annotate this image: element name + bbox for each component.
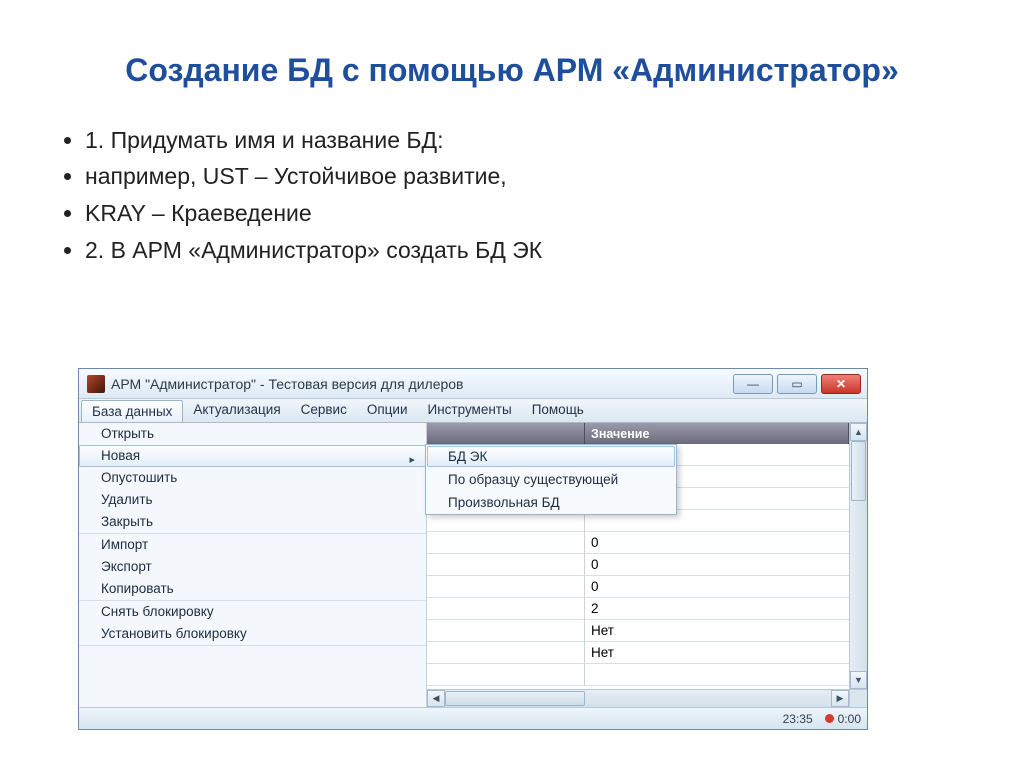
- grid-cell: 0: [585, 532, 849, 553]
- vertical-scrollbar[interactable]: ▲ ▼: [849, 423, 867, 689]
- menu-item-new[interactable]: Новая ▸: [79, 445, 426, 467]
- scroll-corner: [849, 689, 867, 707]
- grid-cell: Нет: [585, 642, 849, 663]
- app-icon: [87, 375, 105, 393]
- grid-cell: Нет: [585, 620, 849, 641]
- menubar: База данных Актуализация Сервис Опции Ин…: [79, 399, 867, 423]
- grid-cell: 0: [585, 554, 849, 575]
- menu-help[interactable]: Помощь: [522, 399, 594, 422]
- grid-header-spacer: [427, 423, 585, 444]
- menu-item-close[interactable]: Закрыть: [79, 511, 426, 533]
- grid-cell: 0: [585, 576, 849, 597]
- menu-item-lock[interactable]: Установить блокировку: [79, 623, 426, 645]
- record-icon: [825, 714, 834, 723]
- titlebar[interactable]: АРМ "Администратор" - Тестовая версия дл…: [79, 369, 867, 399]
- statusbar: 23:35 0:00: [79, 707, 867, 729]
- menu-options[interactable]: Опции: [357, 399, 418, 422]
- menu-database[interactable]: База данных: [81, 400, 183, 422]
- bullet-item: 1. Придумать имя и название БД:: [85, 122, 964, 159]
- slide-bullets: 1. Придумать имя и название БД: например…: [60, 122, 964, 269]
- menu-item-unlock[interactable]: Снять блокировку: [79, 601, 426, 623]
- maximize-button[interactable]: ▭: [777, 374, 817, 394]
- scroll-down-button[interactable]: ▼: [850, 671, 867, 689]
- minimize-button[interactable]: —: [733, 374, 773, 394]
- submenu-item-arbitrary[interactable]: Произвольная БД: [426, 491, 676, 514]
- menu-item-empty[interactable]: Опустошить: [79, 467, 426, 489]
- menu-item-copy[interactable]: Копировать: [79, 578, 426, 600]
- grid-header-value: Значение: [585, 423, 849, 444]
- menu-actualization[interactable]: Актуализация: [183, 399, 290, 422]
- grid-cell: 2: [585, 598, 849, 619]
- menu-service[interactable]: Сервис: [291, 399, 357, 422]
- status-rec: 0:00: [838, 712, 861, 726]
- menu-item-import[interactable]: Импорт: [79, 534, 426, 556]
- scroll-thumb[interactable]: [851, 441, 866, 501]
- menu-item-delete[interactable]: Удалить: [79, 489, 426, 511]
- app-window: АРМ "Администратор" - Тестовая версия дл…: [78, 368, 868, 730]
- submenu-item-by-template[interactable]: По образцу существующей: [426, 468, 676, 491]
- menu-item-label: Новая: [101, 448, 140, 463]
- status-time: 23:35: [783, 712, 813, 726]
- scroll-track[interactable]: [850, 441, 867, 671]
- window-title: АРМ "Администратор" - Тестовая версия дл…: [111, 376, 733, 392]
- submenu-item-db-ek[interactable]: БД ЭК: [427, 446, 675, 467]
- bullet-item: 2. В АРМ «Администратор» создать БД ЭК: [85, 232, 964, 269]
- bullet-item: KRAY – Краеведение: [85, 195, 964, 232]
- close-button[interactable]: ✕: [821, 374, 861, 394]
- scroll-right-button[interactable]: ▶: [831, 690, 849, 707]
- menu-item-export[interactable]: Экспорт: [79, 556, 426, 578]
- scroll-track[interactable]: [445, 690, 831, 707]
- scroll-thumb[interactable]: [445, 691, 585, 706]
- scroll-left-button[interactable]: ◀: [427, 690, 445, 707]
- bullet-item: например, UST – Устойчивое развитие,: [85, 158, 964, 195]
- slide-title: Создание БД с помощью АРМ «Администратор…: [60, 50, 964, 92]
- horizontal-scrollbar[interactable]: ◀ ▶: [427, 689, 849, 707]
- submenu-new: БД ЭК По образцу существующей Произвольн…: [425, 444, 677, 515]
- menu-item-open[interactable]: Открыть: [79, 423, 426, 445]
- grid-cell: [585, 664, 849, 685]
- scroll-up-button[interactable]: ▲: [850, 423, 867, 441]
- database-menu-dropdown: Открыть Новая ▸ Опустошить Удалить Закры…: [79, 423, 427, 707]
- menu-tools[interactable]: Инструменты: [418, 399, 522, 422]
